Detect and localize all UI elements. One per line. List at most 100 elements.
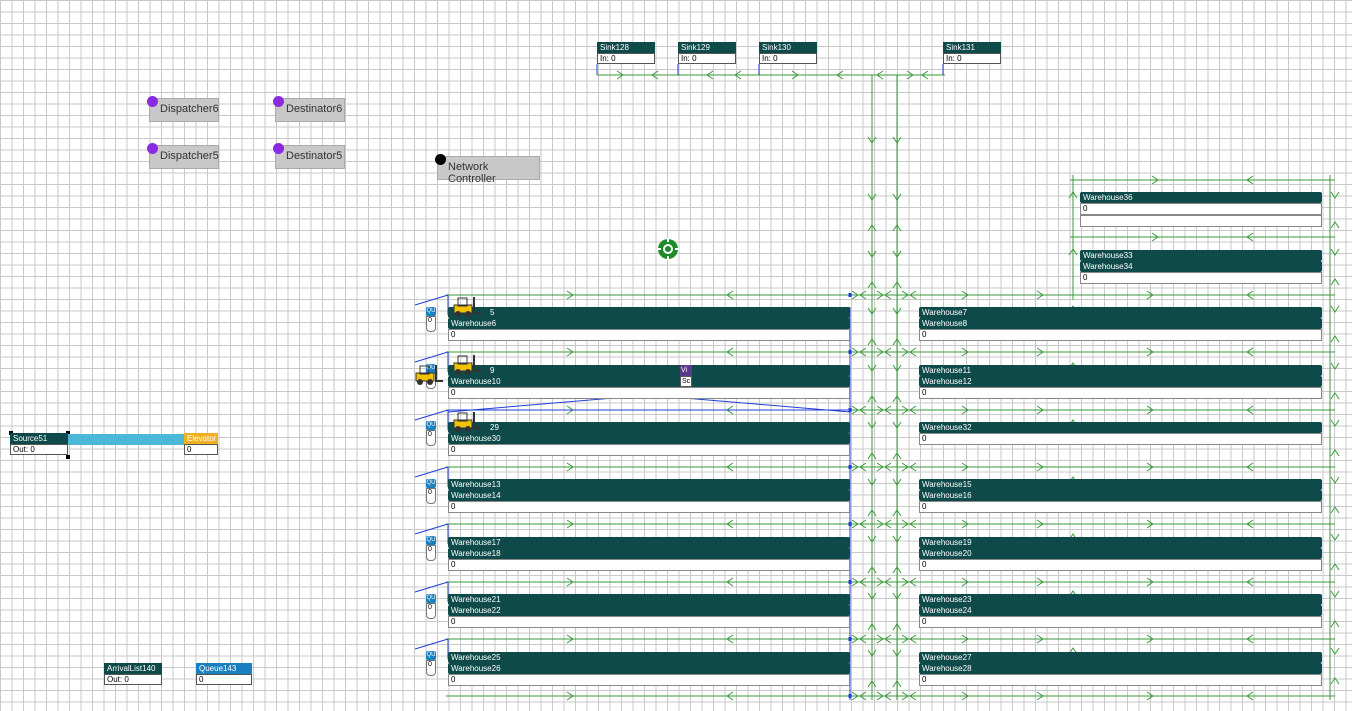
direction-arrow-icon (1330, 563, 1340, 571)
warehouse-label: 9 (448, 365, 850, 376)
queue-stub-7[interactable]: QU 0 (426, 651, 436, 677)
forklift-icon[interactable] (452, 354, 481, 375)
warehouse-pair-right-4[interactable]: Warehouse15 Warehouse16 0 (919, 479, 1322, 513)
warehouse-upper-33-34[interactable]: Warehouse33 Warehouse34 0 (1080, 250, 1322, 284)
direction-arrow-icon (1330, 419, 1340, 427)
dispatcher-5[interactable]: Dispatcher5 (147, 143, 219, 169)
forklift-icon[interactable] (452, 411, 481, 432)
warehouse-label: 29 (448, 422, 850, 433)
warehouse-pair-left-4[interactable]: Warehouse13 Warehouse14 0 (448, 479, 850, 513)
arrival-list-140[interactable]: ArrivalList140 Out: 0 (104, 663, 162, 685)
dispatcher-6[interactable]: Dispatcher6 (147, 96, 219, 122)
warehouse-pair-left-6[interactable]: Warehouse21 Warehouse22 0 (448, 594, 850, 628)
direction-arrow-icon (1330, 647, 1340, 655)
arrival-list-stat: Out: 0 (104, 674, 162, 685)
sink-131-title: Sink131 (943, 42, 1001, 53)
warehouse-count: 0 (919, 387, 1322, 399)
direction-arrow-icon (1330, 533, 1340, 541)
warehouse-label: Warehouse33 (1080, 250, 1322, 261)
warehouse-count: 0 (448, 501, 850, 513)
dispatcher-6-icon (147, 96, 158, 107)
path-segment (414, 466, 449, 478)
network-controller-label: Network Controller (448, 161, 496, 185)
warehouse-pair-right-1[interactable]: Warehouse7 Warehouse8 0 (919, 307, 1322, 341)
queue-stub-6[interactable]: QU 0 (426, 594, 436, 620)
dispatcher-5-label: Dispatcher5 (160, 150, 219, 162)
path-segment (414, 523, 449, 535)
queue-143[interactable]: Queue143 0 (196, 663, 252, 685)
queue-stub-label: QU (426, 651, 436, 660)
direction-arrow-icon (1330, 590, 1340, 598)
warehouse-label: Warehouse6 (448, 318, 850, 329)
sink-130[interactable]: Sink130 In: 0 (759, 42, 817, 64)
elevator[interactable]: Elevator 0 (184, 433, 218, 455)
warehouse-pair-left-5[interactable]: Warehouse17 Warehouse18 0 (448, 537, 850, 571)
sink-129-stat: In: 0 (678, 53, 736, 64)
warehouse-pair-right-5[interactable]: Warehouse19 Warehouse20 0 (919, 537, 1322, 571)
warehouse-label: Warehouse27 (919, 652, 1322, 663)
warehouse-label: Warehouse16 (919, 490, 1322, 501)
sink-128[interactable]: Sink128 In: 0 (597, 42, 655, 64)
warehouse-pair-left-2[interactable]: 9 Warehouse10 0 (448, 365, 850, 399)
vehicle-tag-bottom: Sc (680, 376, 692, 387)
vehicle-tag[interactable]: Vi Sc (680, 365, 692, 387)
warehouse-pair-right-3[interactable]: Warehouse32 0 (919, 422, 1322, 445)
queue-stub-3[interactable]: QU 0 (426, 421, 436, 447)
warehouse-upper-36[interactable]: Warehouse36 0 (1080, 192, 1322, 227)
elevator-title: Elevator (184, 433, 218, 444)
forklift-icon[interactable] (414, 364, 443, 385)
warehouse-count: 0 (448, 387, 850, 399)
warehouse-label: Warehouse14 (448, 490, 850, 501)
dispatcher-6-label: Dispatcher6 (160, 103, 219, 115)
warehouse-pair-left-7[interactable]: Warehouse25 Warehouse26 0 (448, 652, 850, 686)
warehouse-label: Warehouse12 (919, 376, 1322, 387)
destinator-6-label: Destinator6 (286, 103, 343, 115)
warehouse-pair-left-3[interactable]: 29 Warehouse30 0 (448, 422, 850, 456)
warehouse-count: 0 (1080, 272, 1322, 284)
warehouse-pair-right-7[interactable]: Warehouse27 Warehouse28 0 (919, 652, 1322, 686)
warehouse-pair-left-1[interactable]: 5 Warehouse6 0 (448, 307, 850, 341)
queue-stub-1[interactable]: QU 0 (426, 307, 436, 333)
direction-arrow-icon (1330, 305, 1340, 313)
queue-stub-5[interactable]: QU 0 (426, 536, 436, 562)
path-segment (414, 409, 449, 421)
destinator-5[interactable]: Destinator5 (273, 143, 345, 169)
sink-129[interactable]: Sink129 In: 0 (678, 42, 736, 64)
warehouse-count: 0 (448, 559, 850, 571)
warehouse-label: Warehouse32 (919, 422, 1322, 433)
warehouse-label: Warehouse18 (448, 548, 850, 559)
network-node-icon[interactable] (657, 238, 679, 260)
direction-arrow-icon (1330, 248, 1340, 256)
warehouse-pair-right-6[interactable]: Warehouse23 Warehouse24 0 (919, 594, 1322, 628)
queue-stub-value: 0 (426, 603, 436, 619)
sink-128-title: Sink128 (597, 42, 655, 53)
warehouse-empty-slot (1080, 215, 1322, 227)
warehouse-label: Warehouse24 (919, 605, 1322, 616)
sink-131[interactable]: Sink131 In: 0 (943, 42, 1001, 64)
queue-stub-label: QU (426, 421, 436, 430)
destinator-6[interactable]: Destinator6 (273, 96, 345, 122)
warehouse-count: 0 (448, 444, 850, 456)
warehouse-count: 0 (919, 559, 1322, 571)
forklift-icon[interactable] (452, 296, 481, 317)
conveyor[interactable] (68, 434, 184, 445)
warehouse-pair-right-2[interactable]: Warehouse11 Warehouse12 0 (919, 365, 1322, 399)
warehouse-label: Warehouse21 (448, 594, 850, 605)
network-controller[interactable]: Network Controller (435, 154, 540, 185)
direction-arrow-icon (1330, 278, 1340, 286)
path-segment (414, 581, 449, 593)
source-51[interactable]: Source51 Out: 0 (10, 433, 68, 455)
direction-arrow-icon (1330, 191, 1340, 199)
warehouse-count: 0 (919, 433, 1322, 445)
warehouse-label: Warehouse23 (919, 594, 1322, 605)
queue-stub-4[interactable]: QU 0 (426, 479, 436, 505)
warehouse-count: 0 (1080, 203, 1322, 215)
queue-stub-value: 0 (426, 660, 436, 676)
direction-arrow-icon (1330, 506, 1340, 514)
path-segment (414, 294, 449, 306)
sink-128-stat: In: 0 (597, 53, 655, 64)
warehouse-label: Warehouse8 (919, 318, 1322, 329)
dispatcher-5-icon (147, 143, 158, 154)
resize-handle[interactable] (66, 455, 70, 459)
warehouse-label: Warehouse11 (919, 365, 1322, 376)
